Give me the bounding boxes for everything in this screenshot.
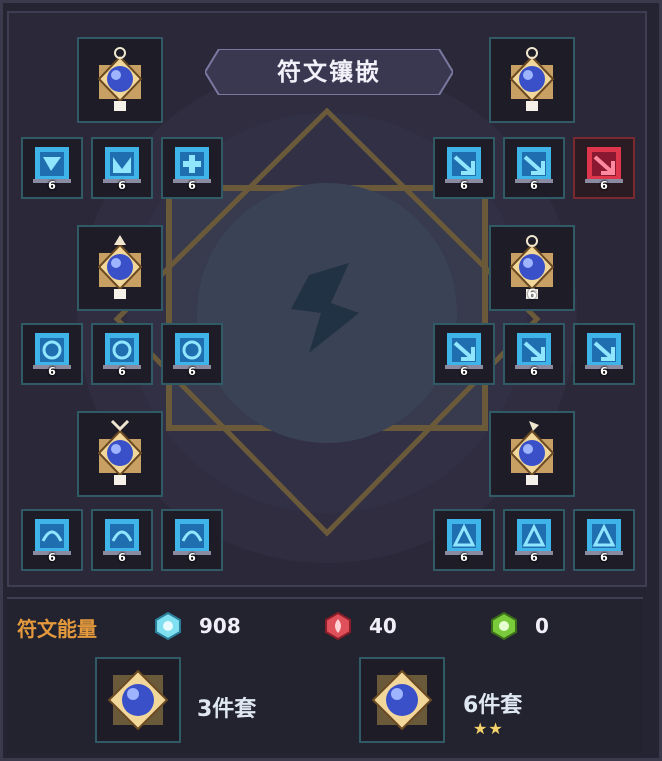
big-rune-socket-1[interactable] xyxy=(489,37,575,123)
big-rune-socket-0[interactable] xyxy=(77,37,163,123)
amulet-icon xyxy=(97,419,143,485)
title-plate: 符文镶嵌 xyxy=(205,49,453,95)
rune-slot-0-2[interactable]: 6 xyxy=(161,137,223,199)
set-bonus-slot-6[interactable] xyxy=(359,657,445,743)
green-energy-icon xyxy=(491,611,517,641)
rune-slot-4-2[interactable]: 6 xyxy=(161,509,223,571)
rune-slot-4-0[interactable]: 6 xyxy=(21,509,83,571)
set-bonus-area: 3件套 6件套 ★★ xyxy=(7,653,643,753)
amulet-icon xyxy=(509,47,555,111)
rune-slot-2-1[interactable]: 6 xyxy=(91,323,153,385)
set-gem-icon xyxy=(371,669,433,731)
rune-slot-5-0[interactable]: 6 xyxy=(433,509,495,571)
rune-slot-3-0[interactable]: 6 xyxy=(433,323,495,385)
big-rune-socket-4[interactable] xyxy=(77,411,163,497)
amulet-icon xyxy=(97,235,143,299)
rune-slot-1-2[interactable]: 6 xyxy=(573,137,635,199)
rune-energy-bar: 符文能量 908 40 0 xyxy=(7,597,643,653)
set-bonus-label-3: 3件套 xyxy=(197,697,257,722)
big-rune-socket-5[interactable] xyxy=(489,411,575,497)
rune-slot-5-2[interactable]: 6 xyxy=(573,509,635,571)
blue-energy-icon xyxy=(155,611,181,641)
energy-label: 符文能量 xyxy=(17,617,97,641)
rune-slot-0-0[interactable]: 6 xyxy=(21,137,83,199)
set-gem-icon xyxy=(107,669,169,731)
big-rune-socket-3[interactable]: 6 xyxy=(489,225,575,311)
rune-board: 符文镶嵌 6 6 6 6 6 6 6 6 6 6 6 6 6 6 6 6 6 6… xyxy=(7,11,647,587)
rune-inlay-panel: 符文镶嵌 6 6 6 6 6 6 6 6 6 6 6 6 6 6 6 6 6 6… xyxy=(0,0,662,761)
red-energy-icon xyxy=(325,611,351,641)
rune-slot-2-2[interactable]: 6 xyxy=(161,323,223,385)
set-bonus-slot-3[interactable] xyxy=(95,657,181,743)
rune-slot-3-1[interactable]: 6 xyxy=(503,323,565,385)
energy-value-blue: 908 xyxy=(199,614,241,638)
amulet-icon xyxy=(97,47,143,111)
set-bonus-label-6: 6件套 xyxy=(463,693,523,718)
star-rating: ★★ xyxy=(473,719,504,738)
rune-slot-3-2[interactable]: 6 xyxy=(573,323,635,385)
rune-slot-0-1[interactable]: 6 xyxy=(91,137,153,199)
big-rune-socket-2[interactable] xyxy=(77,225,163,311)
amulet-icon xyxy=(509,421,555,485)
rune-slot-1-1[interactable]: 6 xyxy=(503,137,565,199)
rune-slot-1-0[interactable]: 6 xyxy=(433,137,495,199)
rune-slot-2-0[interactable]: 6 xyxy=(21,323,83,385)
energy-value-green: 0 xyxy=(535,614,549,638)
socket-level: 6 xyxy=(527,287,537,303)
page-title: 符文镶嵌 xyxy=(277,58,381,86)
rune-slot-4-1[interactable]: 6 xyxy=(91,509,153,571)
rune-slot-5-1[interactable]: 6 xyxy=(503,509,565,571)
energy-value-red: 40 xyxy=(369,614,397,638)
